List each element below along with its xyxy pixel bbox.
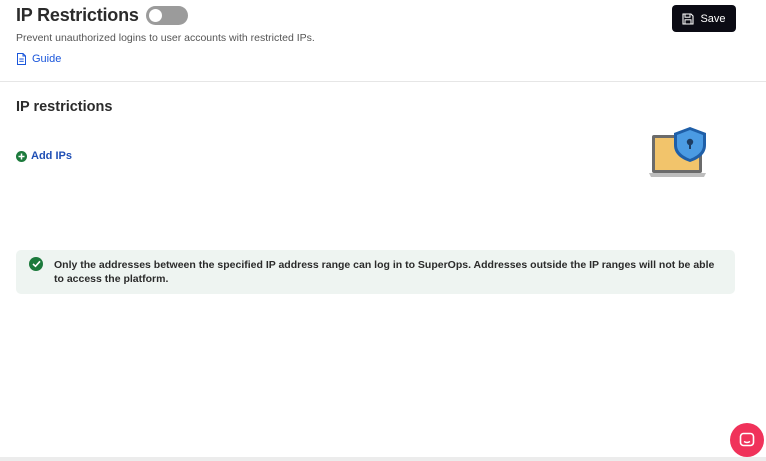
info-text: Only the addresses between the specified…	[54, 259, 715, 285]
guide-label: Guide	[32, 53, 62, 65]
add-ips-label: Add IPs	[31, 150, 72, 162]
add-ips-button[interactable]: Add IPs	[16, 150, 72, 162]
title-row: IP Restrictions	[16, 5, 188, 26]
laptop-shield-lock-icon	[648, 125, 710, 185]
save-button[interactable]: Save	[672, 5, 736, 32]
page-header: IP Restrictions Prevent unauthorized log…	[0, 0, 766, 82]
save-label: Save	[700, 12, 726, 25]
toggle-knob	[148, 9, 162, 22]
page-title: IP Restrictions	[16, 5, 139, 25]
guide-link[interactable]: Guide	[16, 53, 61, 65]
ip-restrictions-toggle[interactable]	[145, 6, 188, 25]
info-banner: Only the addresses between the specified…	[16, 250, 735, 294]
page-subtitle: Prevent unauthorized logins to user acco…	[16, 32, 315, 44]
check-circle-icon	[29, 257, 43, 271]
plus-circle-icon	[16, 150, 27, 162]
chat-icon	[739, 432, 755, 447]
chat-launcher-button[interactable]	[730, 423, 764, 457]
document-icon	[17, 53, 26, 65]
bottom-divider	[0, 457, 766, 461]
floppy-disk-icon	[682, 12, 695, 25]
section-title: IP restrictions	[16, 99, 113, 115]
